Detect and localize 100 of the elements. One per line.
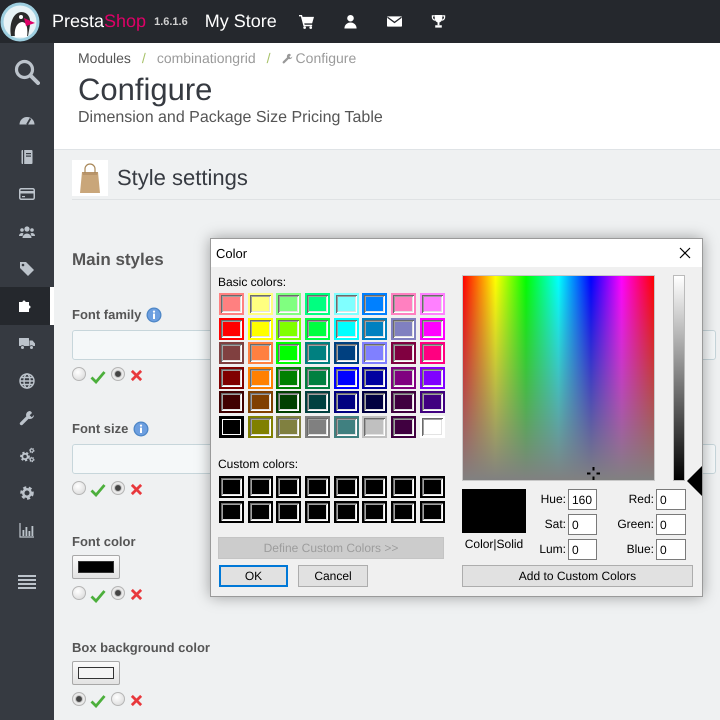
field-label: Sat:: [544, 516, 566, 533]
color-swatch[interactable]: [362, 416, 388, 438]
color-swatch[interactable]: [362, 366, 388, 388]
color-swatch[interactable]: [391, 500, 416, 522]
color-swatch[interactable]: [219, 366, 244, 388]
color-swatch[interactable]: [420, 500, 445, 522]
color-swatch[interactable]: [248, 391, 273, 413]
sidebar-item[interactable]: [0, 287, 54, 325]
color-swatch[interactable]: [391, 342, 416, 364]
trophy-icon[interactable]: [430, 14, 446, 29]
color-swatch[interactable]: [334, 500, 359, 522]
color-swatch[interactable]: [219, 318, 244, 340]
color-swatch[interactable]: [248, 342, 273, 364]
number-input[interactable]: 0: [568, 514, 597, 535]
radio-button[interactable]: [111, 367, 125, 381]
color-swatch[interactable]: [219, 416, 244, 438]
color-swatch[interactable]: [276, 391, 302, 413]
number-input[interactable]: 0: [656, 514, 686, 535]
color-swatch[interactable]: [420, 342, 445, 364]
color-swatch[interactable]: [420, 476, 445, 498]
color-swatch[interactable]: [248, 476, 273, 498]
color-swatch[interactable]: [334, 293, 359, 315]
info-icon[interactable]: [133, 420, 150, 436]
cross-icon: [130, 482, 143, 496]
radio-button[interactable]: [72, 367, 86, 381]
color-swatch[interactable]: [305, 500, 330, 522]
color-swatch[interactable]: [248, 416, 273, 438]
color-swatch[interactable]: [391, 476, 416, 498]
color-swatch[interactable]: [391, 391, 416, 413]
color-swatch[interactable]: [305, 293, 330, 315]
dialog-button[interactable]: OK: [219, 565, 288, 587]
number-input[interactable]: 0: [568, 539, 597, 560]
color-swatch[interactable]: [420, 416, 445, 438]
color-swatch[interactable]: [334, 318, 359, 340]
color-swatch[interactable]: [334, 391, 359, 413]
color-swatch[interactable]: [362, 476, 388, 498]
crosshair-icon[interactable]: [587, 467, 600, 480]
color-swatch[interactable]: [334, 416, 359, 438]
color-swatch[interactable]: [420, 366, 445, 388]
store-name-link[interactable]: My Store: [204, 11, 277, 32]
radio-button[interactable]: [111, 692, 125, 706]
envelope-icon[interactable]: [386, 14, 402, 29]
color-swatch[interactable]: [219, 391, 244, 413]
color-swatch[interactable]: [276, 366, 302, 388]
color-swatch[interactable]: [305, 366, 330, 388]
color-swatch[interactable]: [276, 293, 302, 315]
color-swatch[interactable]: [362, 342, 388, 364]
cart-icon[interactable]: [298, 14, 314, 29]
color-swatch[interactable]: [219, 500, 244, 522]
close-icon[interactable]: [679, 247, 691, 259]
radio-button[interactable]: [72, 480, 86, 494]
color-swatch[interactable]: [391, 416, 416, 438]
color-picker-button[interactable]: [72, 660, 120, 684]
bird-logo-icon[interactable]: [0, 2, 40, 42]
color-swatch[interactable]: [305, 416, 330, 438]
color-swatch[interactable]: [362, 293, 388, 315]
color-swatch[interactable]: [248, 500, 273, 522]
color-swatch[interactable]: [362, 391, 388, 413]
color-picker-button[interactable]: [72, 555, 120, 579]
color-swatch[interactable]: [420, 391, 445, 413]
color-swatch[interactable]: [420, 293, 445, 315]
slider-thumb[interactable]: [687, 466, 702, 496]
user-icon[interactable]: [342, 14, 358, 29]
color-swatch[interactable]: [362, 318, 388, 340]
color-swatch[interactable]: [305, 318, 330, 340]
color-swatch[interactable]: [248, 293, 273, 315]
color-swatch[interactable]: [219, 476, 244, 498]
color-swatch[interactable]: [219, 293, 244, 315]
radio-button[interactable]: [111, 586, 125, 600]
radio-button[interactable]: [72, 586, 86, 600]
color-swatch[interactable]: [334, 476, 359, 498]
color-swatch[interactable]: [391, 318, 416, 340]
color-swatch[interactable]: [276, 416, 302, 438]
color-swatch[interactable]: [248, 318, 273, 340]
color-swatch[interactable]: [305, 342, 330, 364]
color-swatch[interactable]: [248, 366, 273, 388]
color-swatch[interactable]: [334, 366, 359, 388]
color-swatch[interactable]: [334, 342, 359, 364]
color-swatch[interactable]: [276, 500, 302, 522]
color-swatch[interactable]: [362, 500, 388, 522]
radio-button[interactable]: [72, 692, 86, 706]
radio-button[interactable]: [111, 480, 125, 494]
color-swatch[interactable]: [391, 293, 416, 315]
add-to-custom-colors-button[interactable]: Add to Custom Colors: [462, 565, 693, 587]
info-icon[interactable]: [146, 307, 162, 323]
number-input[interactable]: 160: [568, 489, 597, 510]
color-swatch[interactable]: [276, 476, 302, 498]
number-input[interactable]: 0: [656, 539, 686, 560]
breadcrumb-separator: /: [266, 50, 271, 66]
number-input[interactable]: 0: [656, 489, 686, 510]
color-spectrum[interactable]: [462, 275, 655, 481]
dialog-button[interactable]: Cancel: [298, 565, 368, 587]
breadcrumb-link[interactable]: Modules: [78, 50, 131, 66]
color-swatch[interactable]: [305, 476, 330, 498]
color-swatch[interactable]: [276, 318, 302, 340]
color-swatch[interactable]: [420, 318, 445, 340]
color-swatch[interactable]: [219, 342, 244, 364]
color-swatch[interactable]: [276, 342, 302, 364]
color-swatch[interactable]: [305, 391, 330, 413]
color-swatch[interactable]: [391, 366, 416, 388]
